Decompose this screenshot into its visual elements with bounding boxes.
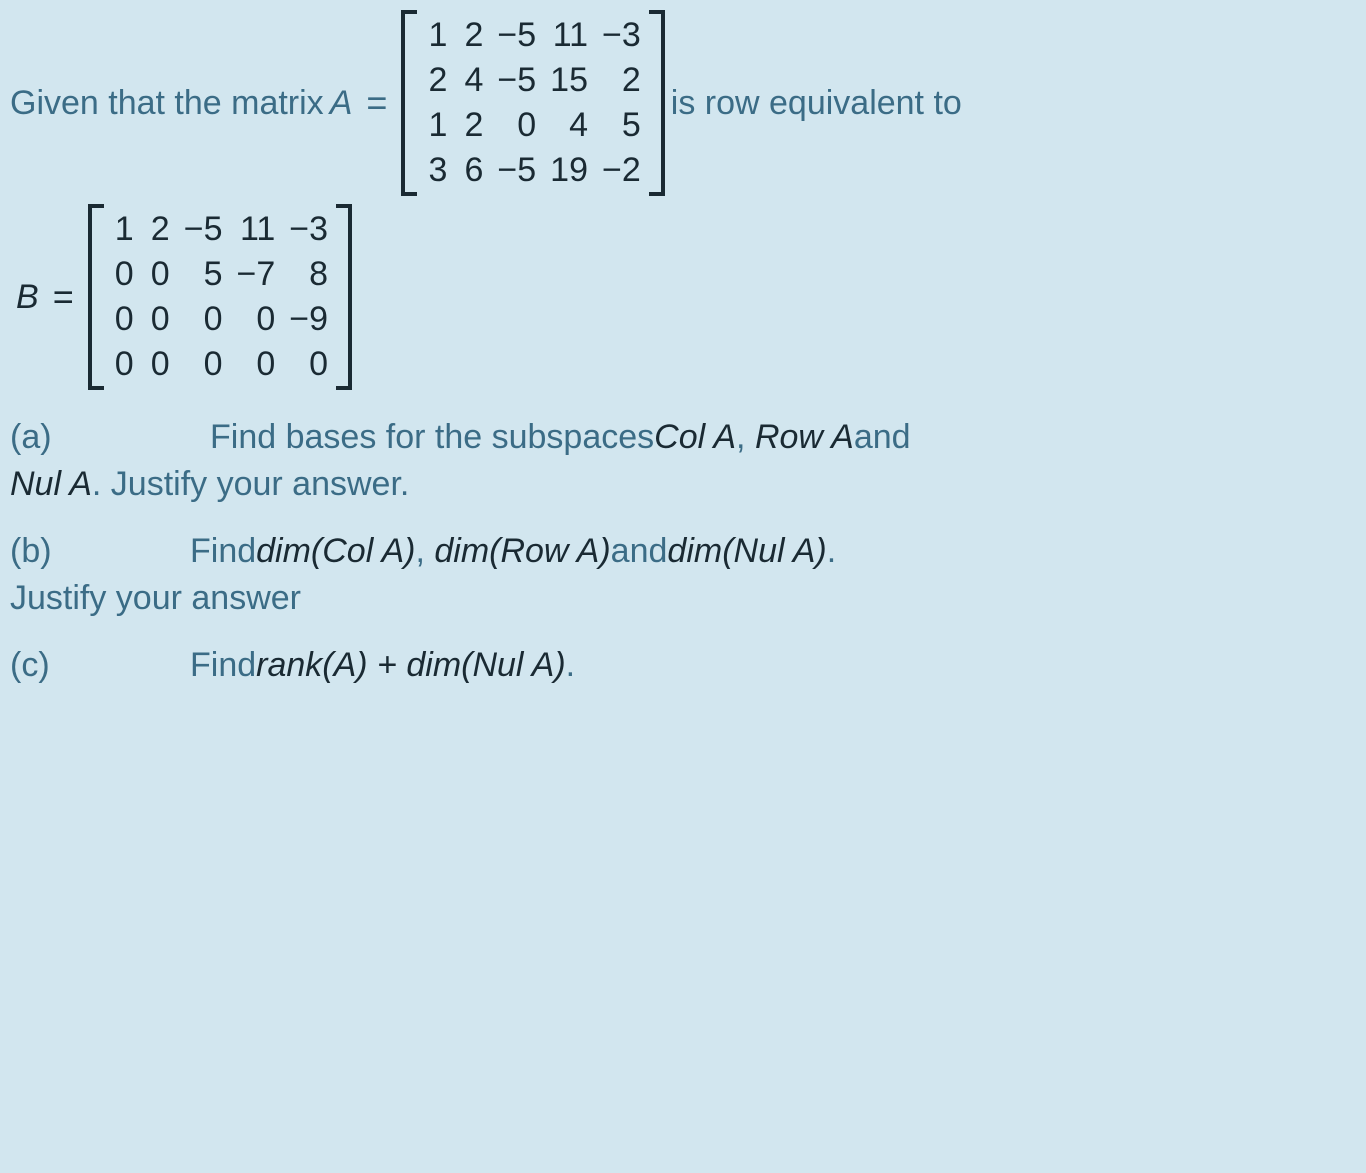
pa-m3: Nul A	[10, 465, 92, 504]
matrix-cell: 0	[112, 345, 134, 384]
matrix-cell: 2	[602, 61, 641, 100]
matrix-cell: 0	[112, 300, 134, 339]
matrix-cell: 0	[497, 106, 536, 145]
matrix-cell: 8	[289, 255, 328, 294]
matrix-cell: −7	[236, 255, 275, 294]
matrix-cell: 3	[425, 151, 447, 190]
matrix-cell: −5	[497, 61, 536, 100]
eq-b: =	[53, 276, 74, 318]
matrix-cell: 0	[148, 255, 170, 294]
matrix-cell: 0	[184, 300, 223, 339]
part-a: (a) Find bases for the subspaces Col A ,…	[10, 418, 1366, 504]
pc-t1: Find	[190, 646, 256, 685]
pb-m3: dim(Nul A)	[667, 532, 826, 571]
matrix-cell: 2	[425, 61, 447, 100]
pb-t4: Justify your answer	[10, 579, 301, 618]
line-matrix-b: B = 12−511−3005−780000−900000	[10, 204, 1366, 390]
pc-t2: .	[566, 646, 575, 685]
label-c: (c)	[10, 646, 100, 685]
matrix-cell: −2	[602, 151, 641, 190]
pb-t3: .	[827, 532, 836, 571]
matrix-cell: 0	[184, 345, 223, 384]
matrix-cell: −3	[289, 210, 328, 249]
matrix-cell: −5	[497, 151, 536, 190]
matrix-cell: 1	[112, 210, 134, 249]
pa-t2: and	[854, 418, 911, 457]
matrix-cell: −9	[289, 300, 328, 339]
label-b: (b)	[10, 532, 100, 571]
pa-m1: Col A	[654, 418, 736, 457]
pa-t1: Find bases for the subspaces	[210, 418, 654, 457]
matrix-a: 12−511−324−51521204536−519−2	[401, 10, 664, 196]
matrix-cell: 4	[550, 106, 588, 145]
matrix-cell: −3	[602, 16, 641, 55]
matrix-b: 12−511−3005−780000−900000	[88, 204, 352, 390]
matrix-cell: 11	[550, 16, 588, 55]
matrix-cell: 5	[184, 255, 223, 294]
matrix-cell: 2	[148, 210, 170, 249]
matrix-cell: 2	[461, 106, 483, 145]
matrix-cell: 15	[550, 61, 588, 100]
matrix-cell: 0	[148, 300, 170, 339]
label-a: (a)	[10, 418, 100, 457]
matrix-cell: 5	[602, 106, 641, 145]
matrix-cell: 6	[461, 151, 483, 190]
pa-t3: . Justify your answer.	[92, 465, 409, 504]
matrix-cell: −5	[184, 210, 223, 249]
matrix-cell: −5	[497, 16, 536, 55]
matrix-cell: 2	[461, 16, 483, 55]
pa-c1: ,	[736, 418, 745, 457]
matrix-cell: 0	[236, 300, 275, 339]
given-text: Given that the matrix	[10, 84, 324, 123]
matrix-cell: 4	[461, 61, 483, 100]
var-b: B	[16, 278, 39, 317]
matrix-cell: 0	[236, 345, 275, 384]
matrix-cell: 0	[148, 345, 170, 384]
matrix-cell: 11	[236, 210, 275, 249]
row-equiv-text: is row equivalent to	[671, 84, 962, 123]
matrix-cell: 0	[289, 345, 328, 384]
part-c: (c) Find rank(A) + dim(Nul A) .	[10, 646, 1366, 685]
pa-m2: Row A	[755, 418, 854, 457]
pb-t2: and	[611, 532, 668, 571]
matrix-cell: 19	[550, 151, 588, 190]
pb-m2: dim(Row A)	[434, 532, 610, 571]
matrix-cell: 1	[425, 106, 447, 145]
matrix-cell: 1	[425, 16, 447, 55]
var-a: A	[330, 84, 353, 123]
part-b: (b) Find dim(Col A) , dim(Row A) and dim…	[10, 532, 1366, 618]
pb-c1: ,	[415, 532, 424, 571]
pc-m1: rank(A) + dim(Nul A)	[256, 646, 566, 685]
matrix-cell: 0	[112, 255, 134, 294]
pb-t1: Find	[190, 532, 256, 571]
eq-a: =	[366, 82, 387, 124]
pb-m1: dim(Col A)	[256, 532, 415, 571]
line-given-matrix-a: Given that the matrix A = 12−511−324−515…	[10, 10, 1366, 196]
